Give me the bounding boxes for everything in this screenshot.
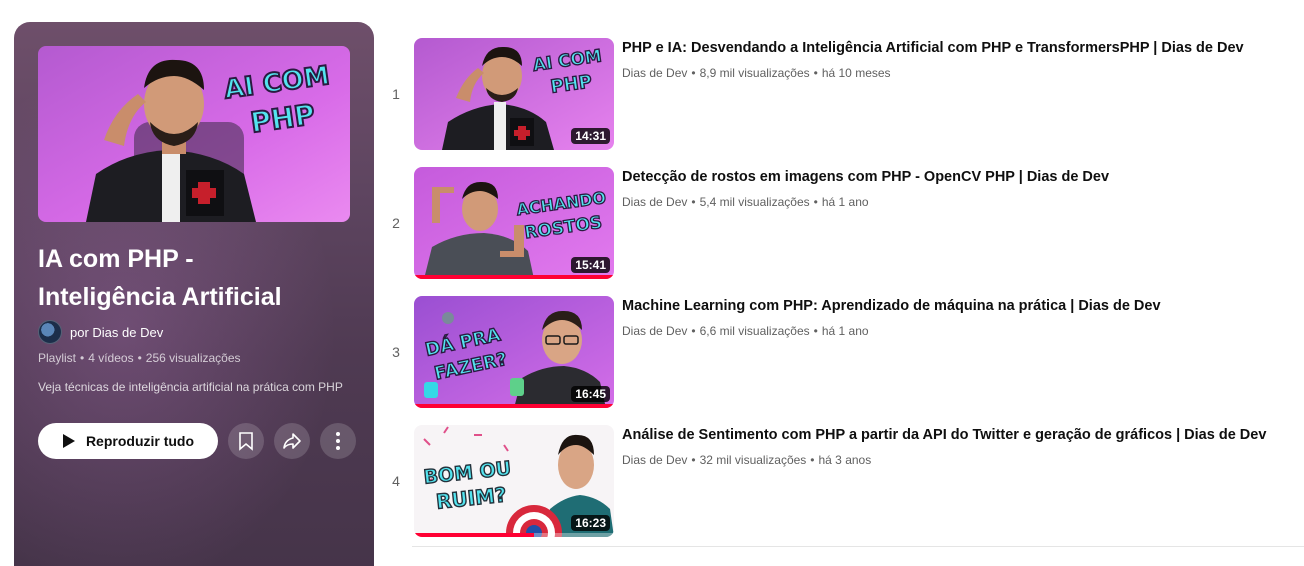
watch-progress-bar (414, 404, 614, 408)
video-duration: 16:45 (571, 386, 610, 402)
share-button[interactable] (274, 423, 310, 459)
channel-name[interactable]: Dias de Dev (622, 324, 687, 338)
video-row[interactable]: 3 DÁ PRA FAZER? 16:45 Machine Learning c… (382, 294, 1304, 410)
more-actions-button[interactable] (320, 423, 356, 459)
video-thumbnail[interactable]: BOM OU RUIM? 16:23 (414, 425, 614, 537)
view-count: 8,9 mil visualizações (699, 66, 810, 80)
watch-progress-fill (414, 533, 534, 537)
avatar[interactable] (38, 320, 62, 344)
video-meta: Dias de Dev • 8,9 mil visualizações • há 10 … (622, 66, 891, 80)
video-index: 4 (392, 473, 400, 489)
video-thumbnail[interactable]: ACHANDO ROSTOS 15:41 (414, 167, 614, 279)
play-icon (62, 434, 75, 448)
video-row[interactable]: 1 AI COM PHP 14:31 PHP e IA: Desvendando… (382, 36, 1304, 152)
channel-name[interactable]: Dias de Dev (622, 195, 687, 209)
view-count: 6,6 mil visualizações (699, 324, 810, 338)
channel-name[interactable]: Dias de Dev (622, 66, 687, 80)
playlist-title: IA com PHP - Inteligência Artificial (38, 240, 350, 316)
video-info: Análise de Sentimento com PHP a partir d… (622, 425, 1302, 467)
upload-age: há 1 ano (821, 324, 869, 338)
video-title[interactable]: Detecção de rostos em imagens com PHP - … (622, 167, 1302, 187)
watch-progress-bar (414, 275, 614, 279)
video-count: 4 vídeos (88, 351, 134, 365)
video-row[interactable]: 4 BOM OU RUIM? 16:23 Análise de Sentimen… (382, 423, 1304, 539)
playlist-thumbnail-image: AI COM PHP (38, 46, 350, 222)
playlist-actions: Reproduzir tudo (38, 423, 356, 459)
owner-name[interactable]: por Dias de Dev (70, 325, 163, 340)
video-thumbnail[interactable]: AI COM PHP 14:31 (414, 38, 614, 150)
upload-age: há 10 meses (821, 66, 891, 80)
playlist-owner[interactable]: por Dias de Dev (38, 320, 163, 344)
bookmark-icon (239, 432, 253, 451)
playlist-page: AI COM PHP IA com PHP - Inteligência Art… (0, 0, 1304, 566)
view-count: 5,4 mil visualizações (699, 195, 810, 209)
video-meta: Dias de Dev • 32 mil visualizações • há 3 an… (622, 453, 872, 467)
video-thumbnail[interactable]: DÁ PRA FAZER? 16:45 (414, 296, 614, 408)
video-index: 2 (392, 215, 400, 231)
video-duration: 14:31 (571, 128, 610, 144)
video-index: 1 (392, 86, 400, 102)
view-count: 32 mil visualizações (699, 453, 807, 467)
watch-progress-fill (414, 275, 614, 279)
more-vertical-icon (336, 432, 340, 450)
playlist-header-panel: AI COM PHP IA com PHP - Inteligência Art… (14, 22, 374, 566)
save-playlist-button[interactable] (228, 423, 264, 459)
playlist-description: Veja técnicas de inteligência artificial… (38, 380, 343, 394)
share-icon (283, 433, 301, 449)
channel-name[interactable]: Dias de Dev (622, 453, 687, 467)
video-index: 3 (392, 344, 400, 360)
video-info: PHP e IA: Desvendando a Inteligência Art… (622, 38, 1302, 80)
playlist-title-line-1: IA com PHP - (38, 245, 194, 273)
playlist-thumbnail[interactable]: AI COM PHP (38, 46, 350, 222)
playlist-type: Playlist (38, 351, 77, 365)
video-duration: 15:41 (571, 257, 610, 273)
video-info: Machine Learning com PHP: Aprendizado de… (622, 296, 1302, 338)
video-title[interactable]: Machine Learning com PHP: Aprendizado de… (622, 296, 1302, 316)
playlist-title-line-2: Inteligência Artificial (38, 283, 282, 311)
video-row[interactable]: 2 ACHANDO ROSTOS 15:41 Detecção de rosto… (382, 165, 1304, 281)
list-divider (412, 546, 1304, 547)
play-all-button[interactable]: Reproduzir tudo (38, 423, 218, 459)
video-title[interactable]: PHP e IA: Desvendando a Inteligência Art… (622, 38, 1302, 58)
video-meta: Dias de Dev • 6,6 mil visualizações • há 1 a… (622, 324, 869, 338)
video-meta: Dias de Dev • 5,4 mil visualizações • há 1 a… (622, 195, 869, 209)
play-all-label: Reproduzir tudo (85, 433, 195, 449)
watch-progress-bar (414, 533, 614, 537)
video-title[interactable]: Análise de Sentimento com PHP a partir d… (622, 425, 1302, 445)
video-duration: 16:23 (571, 515, 610, 531)
playlist-views: 256 visualizações (145, 351, 241, 365)
video-info: Detecção de rostos em imagens com PHP - … (622, 167, 1302, 209)
upload-age: há 3 anos (818, 453, 872, 467)
watch-progress-fill (414, 404, 614, 408)
upload-age: há 1 ano (821, 195, 869, 209)
playlist-meta: Playlist • 4 vídeos • 256 visualizações (38, 351, 241, 365)
